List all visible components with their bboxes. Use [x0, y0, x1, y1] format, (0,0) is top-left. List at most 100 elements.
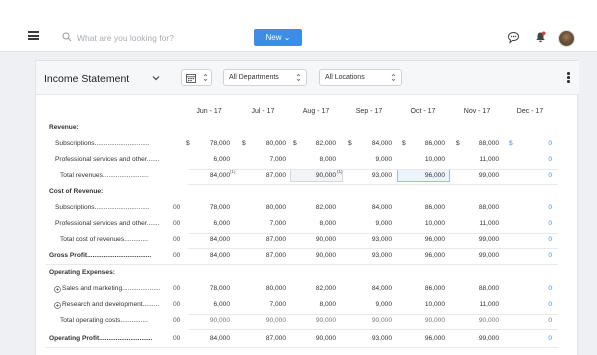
table-cell[interactable]: 10,000 [405, 220, 445, 227]
table-cell[interactable]: 90,000 [296, 236, 336, 243]
table-cell[interactable]: 0 [512, 335, 552, 342]
table-cell[interactable]: 0 [512, 220, 552, 227]
table-cell[interactable]: 80,000 [246, 204, 286, 211]
table-cell[interactable]: 7,000 [246, 220, 286, 227]
table-cell[interactable]: 82,000 [296, 140, 336, 147]
table-cell[interactable]: 9,000 [352, 220, 392, 227]
table-cell[interactable]: 88,000 [459, 204, 499, 211]
expand-plus-icon[interactable] [54, 302, 61, 309]
table-cell[interactable]: 78,000 [190, 140, 230, 147]
table-cell[interactable]: 96,000 [405, 335, 445, 342]
department-select[interactable]: All Departments [223, 69, 307, 86]
table-cell[interactable]: 6,000 [190, 220, 230, 227]
row-label: Gross Profit............................… [49, 252, 152, 259]
table-cell[interactable]: 0 [512, 317, 552, 324]
table-cell[interactable]: 10,000 [405, 156, 445, 163]
table-cell[interactable]: 87,000 [246, 236, 286, 243]
table-cell[interactable]: 99,000 [459, 252, 499, 259]
page-title: Income Statement [44, 73, 130, 85]
table-cell[interactable]: 96,000 [405, 236, 445, 243]
new-button[interactable]: New ⌄ [254, 29, 302, 46]
table-cell[interactable]: 90,000 [296, 317, 336, 324]
table-cell[interactable]: 8,000 [296, 156, 336, 163]
table-cell[interactable]: 87,000 [246, 335, 286, 342]
table-cell[interactable]: 99,000 [459, 335, 499, 342]
row-label: Research and development......... [62, 301, 160, 308]
table-cell[interactable]: 0 [512, 172, 552, 179]
date-range-picker[interactable] [181, 69, 212, 86]
table-cell[interactable]: 90,000 [459, 317, 499, 324]
table-cell[interactable]: 84,000 [190, 252, 230, 259]
bell-icon[interactable] [535, 31, 546, 43]
chat-icon[interactable] [507, 31, 520, 44]
table-cell[interactable]: 84,000 [352, 285, 392, 292]
truncated-value: 00 [173, 301, 181, 308]
table-cell[interactable]: 0 [512, 236, 552, 243]
search-icon [62, 32, 72, 42]
table-cell[interactable]: 93,000 [352, 335, 392, 342]
table-cell[interactable]: 87,000 [246, 172, 286, 179]
table-cell[interactable]: 84,000 [352, 140, 392, 147]
table-cell[interactable]: 6,000 [190, 301, 230, 308]
table-cell[interactable]: 90,000 [405, 317, 445, 324]
table-cell[interactable]: 7,000 [246, 301, 286, 308]
table-cell[interactable]: 90,000 [296, 252, 336, 259]
table-cell[interactable]: 90,000 [352, 317, 392, 324]
table-cell[interactable]: 93,000 [352, 252, 392, 259]
table-cell[interactable]: 11,000 [459, 156, 499, 163]
location-select[interactable]: All Locations [319, 69, 402, 86]
table-cell[interactable]: 11,000 [459, 220, 499, 227]
table-cell[interactable]: 0 [512, 140, 552, 147]
table-cell[interactable]: 6,000 [190, 156, 230, 163]
table-cell[interactable]: 84,000 [190, 236, 230, 243]
table-cell[interactable]: 99,000 [459, 172, 499, 179]
column-header: Jul - 17 [251, 108, 275, 115]
chevron-down-icon[interactable] [152, 75, 160, 81]
table-cell[interactable]: 93,000 [352, 236, 392, 243]
table-cell[interactable]: 93,000 [352, 172, 392, 179]
table-cell[interactable]: 9,000 [352, 301, 392, 308]
search-input[interactable] [77, 31, 237, 45]
table-cell[interactable]: 78,000 [190, 204, 230, 211]
table-cell[interactable]: 84,000 [190, 172, 230, 179]
table-cell[interactable]: 84,000 [190, 335, 230, 342]
table-cell[interactable]: 8,000 [296, 301, 336, 308]
table-cell[interactable]: 86,000 [405, 204, 445, 211]
table-cell[interactable]: 7,000 [246, 156, 286, 163]
row-label: Cost of Revenue: [49, 188, 104, 195]
table-cell[interactable]: 0 [512, 252, 552, 259]
table-cell[interactable]: 88,000 [459, 285, 499, 292]
table-cell[interactable]: 90,000 [246, 317, 286, 324]
table-cell[interactable]: 96,000 [405, 172, 445, 179]
table-cell[interactable]: 87,000 [246, 252, 286, 259]
table-cell[interactable]: 78,000 [190, 285, 230, 292]
table-cell[interactable]: 9,000 [352, 156, 392, 163]
more-options-icon[interactable] [567, 72, 570, 84]
hamburger-menu-icon[interactable] [28, 31, 39, 40]
table-cell[interactable]: 0 [512, 204, 552, 211]
table-cell[interactable]: 82,000 [296, 204, 336, 211]
table-cell[interactable]: 86,000 [405, 285, 445, 292]
table-cell[interactable]: 99,000 [459, 236, 499, 243]
table-cell[interactable]: 80,000 [246, 140, 286, 147]
table-cell[interactable]: 88,000 [459, 140, 499, 147]
row-divider [188, 248, 558, 249]
table-cell[interactable]: 90,000 [296, 172, 336, 179]
table-cell[interactable]: 0 [512, 285, 552, 292]
table-cell[interactable]: 84,000 [352, 204, 392, 211]
table-cell[interactable]: 90,000 [190, 317, 230, 324]
table-cell[interactable]: 82,000 [296, 285, 336, 292]
avatar[interactable] [558, 30, 575, 47]
row-divider [188, 314, 558, 315]
table-cell[interactable]: 90,000 [296, 335, 336, 342]
table-cell[interactable]: 86,000 [405, 140, 445, 147]
truncated-value: 00 [173, 317, 181, 324]
table-cell[interactable]: 0 [512, 301, 552, 308]
table-cell[interactable]: 80,000 [246, 285, 286, 292]
table-cell[interactable]: 11,000 [459, 301, 499, 308]
expand-plus-icon[interactable] [54, 286, 61, 293]
table-cell[interactable]: 0 [512, 156, 552, 163]
table-cell[interactable]: 96,000 [405, 252, 445, 259]
table-cell[interactable]: 8,000 [296, 220, 336, 227]
table-cell[interactable]: 10,000 [405, 301, 445, 308]
